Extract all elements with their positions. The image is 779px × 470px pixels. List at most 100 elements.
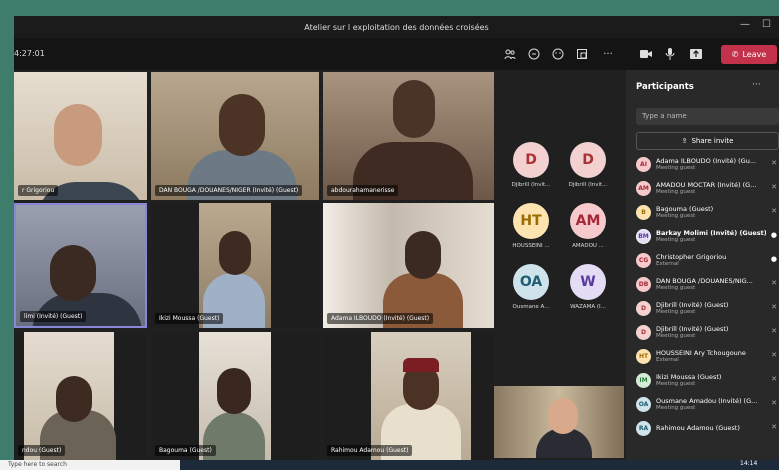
avatar: HT [513, 203, 549, 239]
leave-button[interactable]: ✆ Leave [721, 45, 777, 64]
mic-off-icon: ✕ [771, 423, 777, 431]
microphone-icon[interactable] [660, 44, 680, 64]
participant-row[interactable]: B Bagouma (Guest) Meeting guest ✕ [636, 200, 779, 224]
video-tile-bagouma[interactable]: Bagouma (Guest) [151, 332, 319, 460]
taskbar-clock: 14:14 [740, 460, 758, 467]
participant-row[interactable]: DB DAN BOUGA /DOUANES/NIG... Meeting gues… [636, 272, 779, 296]
mic-off-icon: ✕ [771, 303, 777, 311]
video-tile-dan-bouga[interactable]: DAN BOUGA /DOUANES/NIGER (Invité) (Guest… [151, 72, 319, 200]
avatar: D [570, 142, 606, 178]
avatar-tile[interactable]: OA Ousmane A... [499, 264, 563, 322]
avatar: AI [636, 156, 651, 172]
video-tile-abdourahamane[interactable]: abdourahamanerisse [323, 72, 494, 200]
avatar: OA [636, 396, 651, 412]
participant-role: Meeting guest [656, 189, 696, 195]
video-tile-adama-ilboudo[interactable]: Adama ILBOUDO (Invité) (Guest) [323, 203, 494, 328]
participant-name: Rahimou Adamou (Guest) [656, 424, 740, 432]
avatar-tile[interactable]: W WAZAMA (I... [556, 264, 620, 322]
minimize-button[interactable]: — [740, 19, 750, 30]
leave-label: Leave [742, 50, 767, 59]
participant-role: Meeting guest [656, 285, 696, 291]
tile-label: Ikizi Moussa (Guest) [155, 313, 224, 324]
chat-icon[interactable] [524, 44, 544, 64]
avatar-tile[interactable]: D Djibrill (Invit... [556, 142, 620, 200]
mic-off-icon: ✕ [771, 399, 777, 407]
video-stage: r Grigoriou DAN BOUGA /DOUANES/NIGER (In… [14, 70, 626, 470]
participant-row[interactable]: AI Adama ILBOUDO (Invité) (Gu... Meeting … [636, 152, 779, 176]
participant-row[interactable]: OA Ousmane Amadou (Invité) (G... Meeting … [636, 392, 779, 416]
participant-role: Meeting guest [656, 165, 696, 171]
mic-off-icon: ✕ [771, 279, 777, 287]
avatar-label: AMADOU ... [572, 243, 604, 249]
reactions-icon[interactable] [548, 44, 568, 64]
tile-label: r Grigoriou [18, 185, 59, 196]
tile-label: abdourahamanerisse [327, 185, 399, 196]
share-invite-button[interactable]: ⇪ Share invite [636, 132, 779, 150]
avatar-label: WAZAMA (I... [570, 304, 606, 310]
avatar: D [636, 324, 651, 340]
participant-name: Bagouma (Guest) [656, 205, 714, 213]
avatar-tile[interactable]: HT HOUSSEINI ... [499, 203, 563, 261]
avatar-tile[interactable]: D Djibrill (Invit... [499, 142, 563, 200]
share-screen-icon[interactable] [686, 44, 706, 64]
video-tile-grigoriou[interactable]: r Grigoriou [14, 72, 147, 200]
participant-name: HOUSSEINI Ary Tchougoune [656, 349, 746, 357]
participant-role: Meeting guest [656, 405, 696, 411]
avatar: CG [636, 252, 651, 268]
avatar: AM [636, 180, 651, 196]
tile-label: Bagouma (Guest) [155, 445, 216, 456]
self-view-tile[interactable] [494, 386, 624, 458]
panel-more-button[interactable]: ··· [752, 80, 761, 90]
tile-label: Adama ILBOUDO (Invité) (Guest) [327, 313, 434, 324]
participants-panel: Participants ··· Type a name ⇪ Share inv… [626, 70, 779, 470]
avatar: D [636, 300, 651, 316]
participant-role: Meeting guest [656, 333, 696, 339]
participant-name: Ousmane Amadou (Invité) (G... [656, 397, 758, 405]
video-tile-rahimou-adamou[interactable]: Rahimou Adamou (Guest) [323, 332, 494, 460]
share-invite-label: Share invite [691, 137, 734, 145]
mic-on-icon: ● [770, 231, 777, 239]
video-tile-ndou[interactable]: ndou (Guest) [14, 332, 147, 460]
avatar: IM [636, 372, 651, 388]
participant-search-input[interactable]: Type a name [636, 108, 779, 125]
more-actions-icon[interactable]: ··· [598, 44, 618, 64]
video-tile-ikizi-moussa[interactable]: Ikizi Moussa (Guest) [151, 203, 319, 328]
title-bar: Atelier sur l exploitation des données c… [14, 16, 779, 38]
avatar-tile[interactable]: AM AMADOU ... [556, 203, 620, 261]
maximize-button[interactable]: ☐ [762, 19, 771, 30]
avatar: DB [636, 276, 651, 292]
camera-icon[interactable] [636, 44, 656, 64]
meeting-toolbar: 4:27:01 ··· ✆ Leave [14, 38, 779, 70]
video-tile-barkay-molimi[interactable]: limi (Invité) (Guest) [14, 203, 147, 328]
participant-row[interactable]: CG Christopher Grigoriou External ● [636, 248, 779, 272]
participant-row[interactable]: BM Barkay Molimi (Invité) (Guest) Meeting… [636, 224, 779, 248]
avatar: OA [513, 264, 549, 300]
participant-role: Meeting guest [656, 381, 696, 387]
taskbar-search-input[interactable]: Type here to search [0, 460, 180, 470]
participant-row[interactable]: AM AMADOU MOCTAR (Invité) (G... Meeting g… [636, 176, 779, 200]
avatar-label: HOUSSEINI ... [512, 243, 550, 249]
participant-row[interactable]: D Djibrill (Invité) (Guest) Meeting guest… [636, 296, 779, 320]
participant-name: AMADOU MOCTAR (Invité) (G... [656, 181, 757, 189]
teams-window: Atelier sur l exploitation des données c… [14, 16, 779, 470]
participant-row[interactable]: HT HOUSSEINI Ary Tchougoune External ✕ [636, 344, 779, 368]
participant-row[interactable]: IM Ikizi Moussa (Guest) Meeting guest ✕ [636, 368, 779, 392]
participant-row[interactable]: RA Rahimou Adamou (Guest) ✕ [636, 416, 779, 440]
avatar: B [636, 204, 651, 220]
participant-name: Adama ILBOUDO (Invité) (Gu... [656, 157, 757, 165]
participant-row[interactable]: D Djibrill (Invité) (Guest) Meeting guest… [636, 320, 779, 344]
participant-role: External [656, 261, 679, 267]
tile-label: ndou (Guest) [18, 445, 66, 456]
rooms-icon[interactable] [572, 44, 592, 64]
mic-off-icon: ✕ [771, 351, 777, 359]
people-icon[interactable] [500, 44, 520, 64]
mic-on-icon: ● [770, 255, 777, 263]
window-title: Atelier sur l exploitation des données c… [304, 22, 489, 32]
participant-role: External [656, 357, 679, 363]
os-taskbar: Type here to search 14:14 [0, 460, 779, 470]
participant-role: Meeting guest [656, 213, 696, 219]
meeting-timer: 4:27:01 [14, 49, 45, 58]
mic-off-icon: ✕ [771, 159, 777, 167]
mic-off-icon: ✕ [771, 375, 777, 383]
tile-label: limi (Invité) (Guest) [20, 311, 87, 322]
